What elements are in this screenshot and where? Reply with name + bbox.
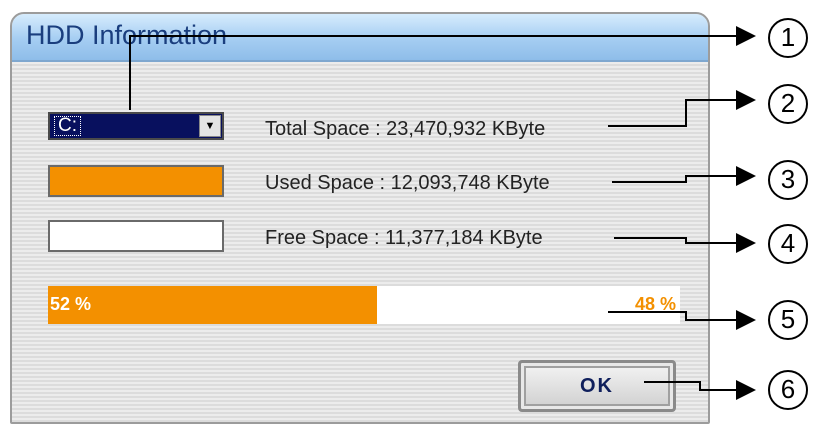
used-space-color-swatch	[48, 165, 224, 197]
total-space-text: Total Space : 23,470,932 KByte	[265, 118, 546, 140]
dialog-title: HDD Information	[26, 20, 228, 50]
callout-marker-5: 5	[768, 300, 808, 340]
ok-button[interactable]: OK	[518, 360, 676, 412]
chevron-down-icon[interactable]: ▼	[199, 115, 221, 137]
hdd-information-dialog: HDD Information C: ▼ Total Space : 23,47…	[10, 12, 710, 424]
used-space-text: Used Space : 12,093,748 KByte	[265, 172, 550, 194]
callout-marker-6: 6	[768, 370, 808, 410]
disk-usage-used-fill	[48, 286, 377, 324]
used-percent-label: 52 %	[50, 294, 92, 314]
free-space-color-swatch	[48, 220, 224, 252]
dialog-titlebar[interactable]: HDD Information	[12, 14, 708, 62]
ok-button-label: OK	[580, 375, 614, 397]
free-space-text: Free Space : 11,377,184 KByte	[265, 227, 543, 249]
callout-marker-2: 2	[768, 84, 808, 124]
callout-marker-4: 4	[768, 224, 808, 264]
drive-select[interactable]: C: ▼	[48, 112, 224, 140]
disk-usage-bar: 52 % 48 %	[48, 286, 680, 324]
free-percent-label: 48 %	[634, 294, 676, 314]
drive-select-value: C:	[54, 116, 81, 136]
callout-marker-1: 1	[768, 18, 808, 58]
callout-marker-3: 3	[768, 160, 808, 200]
